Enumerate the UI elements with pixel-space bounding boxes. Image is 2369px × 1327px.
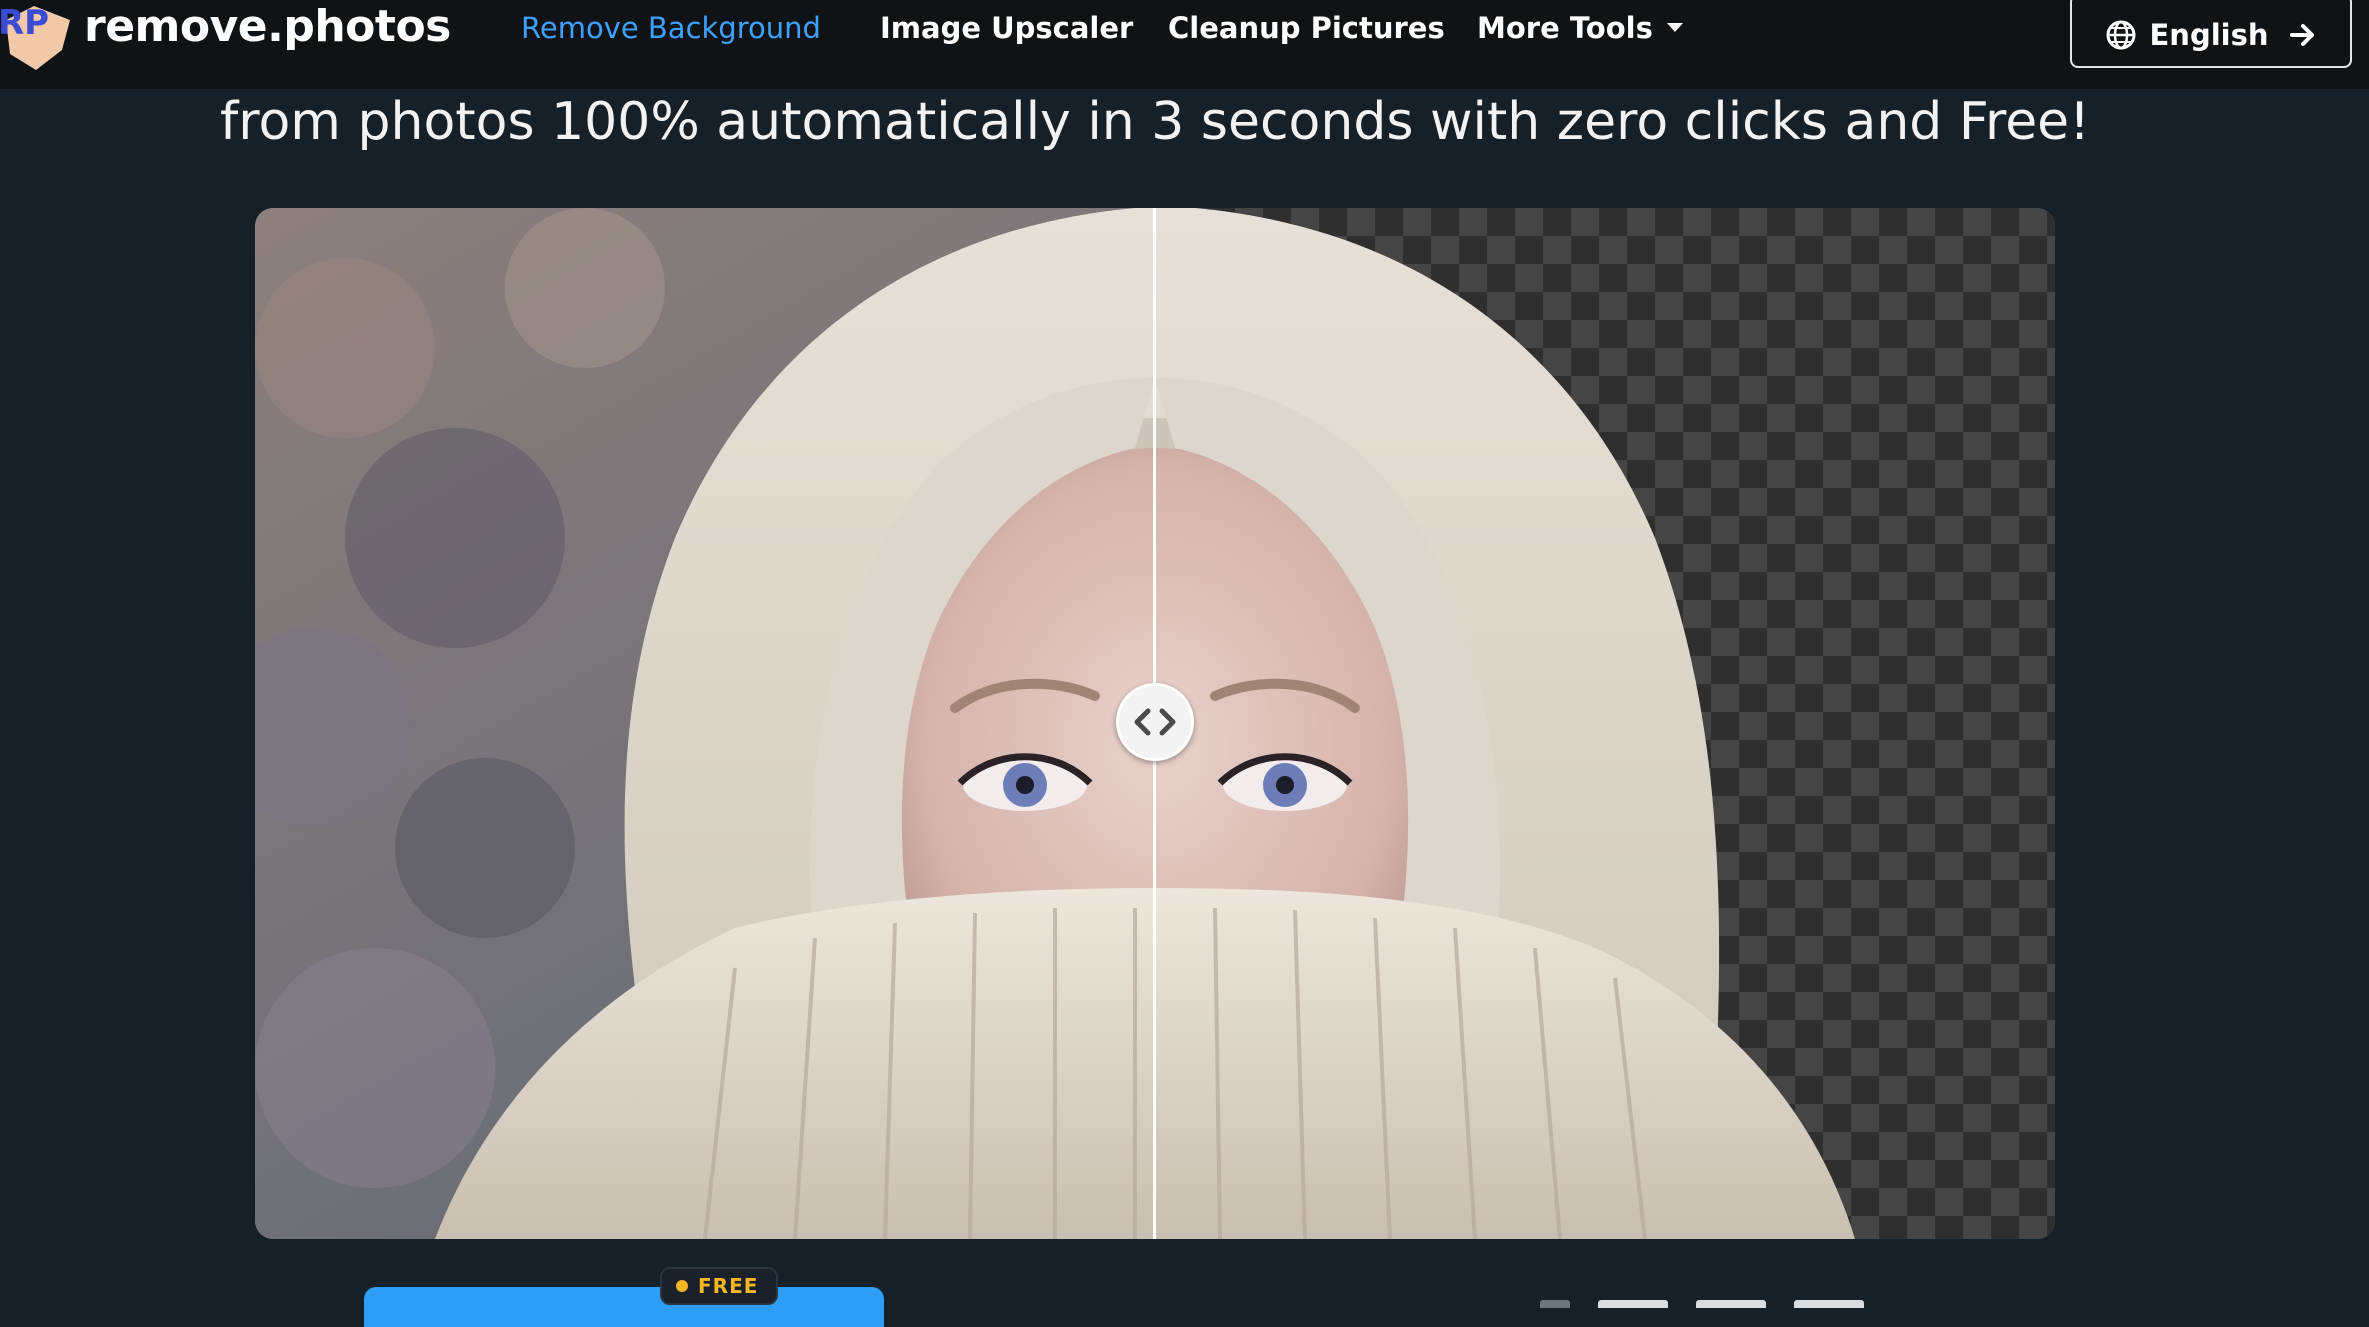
- hero-headline: from photos 100% automatically in 3 seco…: [219, 92, 2091, 152]
- nav-cleanup-pictures[interactable]: Cleanup Pictures: [1168, 8, 1445, 48]
- nav-more-tools[interactable]: More Tools: [1477, 8, 1683, 48]
- sample-tab[interactable]: [1794, 1300, 1864, 1308]
- caret-down-icon: [1666, 22, 1683, 32]
- chevron-left-right-icon: [1134, 708, 1176, 736]
- top-navbar: RP remove.photos Remove Background Image…: [0, 0, 2369, 90]
- sample-tab[interactable]: [1696, 1300, 1766, 1308]
- comparison-handle[interactable]: [1116, 683, 1194, 761]
- logo-link[interactable]: RP remove.photos: [0, 0, 451, 70]
- logo-mark-icon: RP: [0, 0, 72, 70]
- nav-image-upscaler[interactable]: Image Upscaler: [880, 8, 1133, 48]
- badge-dot-icon: [676, 1280, 688, 1292]
- sample-tab[interactable]: [1540, 1300, 1570, 1308]
- language-button[interactable]: English: [2070, 0, 2352, 68]
- language-label: English: [2149, 18, 2269, 52]
- sample-tab[interactable]: [1598, 1300, 1668, 1308]
- nav-more-tools-label: More Tools: [1477, 11, 1653, 45]
- globe-icon: [2105, 19, 2137, 51]
- nav-remove-background[interactable]: Remove Background: [521, 8, 821, 48]
- free-badge-label: FREE: [698, 1274, 759, 1298]
- before-after-comparison[interactable]: [255, 208, 2055, 1239]
- svg-text:RP: RP: [0, 3, 49, 43]
- sample-image-tabs: [1540, 1300, 1864, 1308]
- arrow-right-icon: [2289, 21, 2317, 49]
- logo-text: remove.photos: [84, 1, 451, 52]
- free-badge: FREE: [660, 1267, 779, 1305]
- upload-image-button[interactable]: [364, 1287, 884, 1327]
